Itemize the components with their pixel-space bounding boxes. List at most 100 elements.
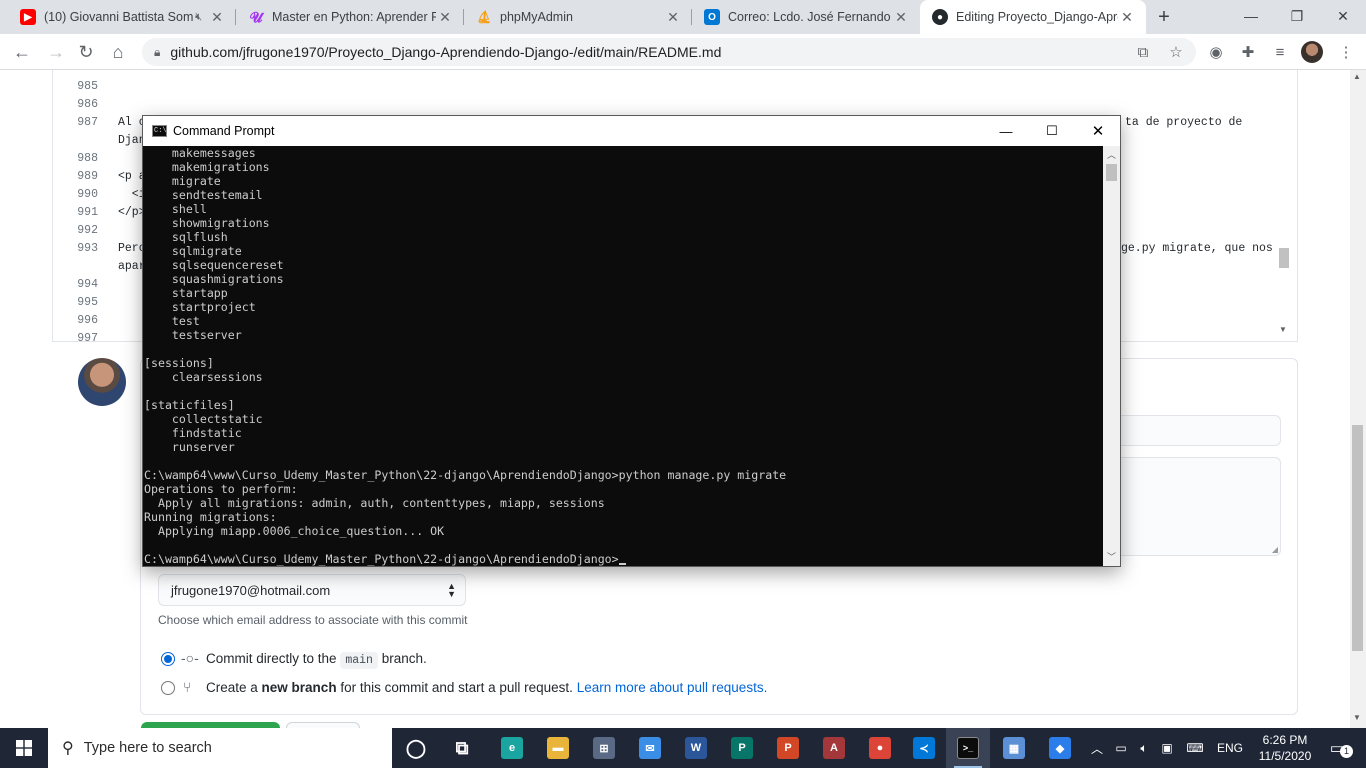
- close-tab-icon[interactable]: ✕: [1118, 9, 1136, 26]
- cmd-maximize-button[interactable]: ☐: [1029, 116, 1075, 146]
- line-number: 991: [77, 206, 98, 219]
- console-line: Applying miapp.0006_choice_question... O…: [144, 524, 445, 538]
- commit-directly-radio[interactable]: [161, 652, 175, 666]
- reading-list-icon[interactable]: ≡: [1270, 42, 1290, 62]
- close-tab-icon[interactable]: ✕: [208, 9, 226, 26]
- page-scrollbar-thumb[interactable]: [1352, 425, 1363, 651]
- new-branch-radio[interactable]: [161, 681, 175, 695]
- vscode-icon: ≺: [913, 737, 935, 759]
- restore-button[interactable]: ❐: [1274, 0, 1320, 32]
- taskbar-app-chrome[interactable]: ●: [858, 728, 902, 768]
- address-bar[interactable]: 🔒︎ github.com/jfrugone1970/Proyecto_Djan…: [142, 38, 1196, 66]
- scroll-down-arrow-icon[interactable]: ▼: [1279, 325, 1287, 334]
- taskbar-search-box[interactable]: ⚲ Type here to search: [48, 728, 392, 768]
- console-prompt: C:\wamp64\www\Curso_Udemy_Master_Python\…: [144, 552, 619, 566]
- line-number: 988: [77, 152, 98, 165]
- taskbar-app-mail[interactable]: ✉: [628, 728, 672, 768]
- extension-circle-icon[interactable]: ◉: [1206, 42, 1226, 62]
- taskbar-clock[interactable]: 6:26 PM 11/5/2020: [1254, 732, 1316, 764]
- console-line: makemessages: [144, 146, 256, 160]
- start-button[interactable]: [0, 728, 48, 768]
- taskbar-app-edge[interactable]: e: [490, 728, 534, 768]
- back-arrow-icon[interactable]: ←: [8, 38, 36, 66]
- tab-outlook[interactable]: O Correo: Lcdo. José Fernando Fr ✕: [692, 0, 920, 34]
- console-prompt-line[interactable]: C:\wamp64\www\Curso_Udemy_Master_Python\…: [144, 552, 626, 566]
- taskbar-app-store[interactable]: ⊞: [582, 728, 626, 768]
- commit-directly-label: Commit directly to the main branch.: [206, 651, 427, 669]
- console-line: [sessions]: [144, 356, 214, 370]
- scroll-up-arrow-icon[interactable]: ▲: [1353, 72, 1361, 81]
- taskbar-app-cortana[interactable]: ◯: [394, 728, 438, 768]
- mail-icon: ✉: [639, 737, 661, 759]
- taskbar-app-access[interactable]: A: [812, 728, 856, 768]
- cmd-minimize-button[interactable]: —: [983, 116, 1029, 146]
- network-icon[interactable]: ▣: [1156, 728, 1178, 768]
- reload-icon[interactable]: ↻: [72, 38, 100, 66]
- touch-keyboard-icon[interactable]: ⌨︎: [1182, 728, 1208, 768]
- tab-github-active[interactable]: ● Editing Proyecto_Django-Apre ✕: [920, 0, 1146, 34]
- close-tab-icon[interactable]: ✕: [664, 9, 682, 26]
- line-number: 992: [77, 224, 98, 237]
- console-line: test: [144, 314, 200, 328]
- tab-udemy[interactable]: 𝓤 Master en Python: Aprender Py ✕: [236, 0, 464, 34]
- option-text: Create a: [206, 680, 258, 695]
- taskbar-app-word[interactable]: W: [674, 728, 718, 768]
- taskbar-app-command-prompt[interactable]: >_: [946, 728, 990, 768]
- new-branch-label: Create a new branch for this commit and …: [206, 680, 767, 695]
- tab-phpmyadmin[interactable]: ⛵︎ phpMyAdmin ✕: [464, 0, 692, 34]
- close-window-button[interactable]: ✕: [1320, 0, 1366, 32]
- cmd-scrollbar-thumb[interactable]: [1106, 164, 1117, 181]
- taskbar-app-publisher[interactable]: P: [720, 728, 764, 768]
- scroll-up-arrow-icon[interactable]: ︿: [1103, 148, 1120, 161]
- taskbar-app-paint[interactable]: ▦: [992, 728, 1036, 768]
- bookmark-star-icon[interactable]: ☆: [1166, 42, 1186, 62]
- taskbar-app-vscode[interactable]: ≺: [902, 728, 946, 768]
- show-hidden-icons-chevron-icon[interactable]: ︿: [1088, 728, 1106, 768]
- cmd-scrollbar[interactable]: ︿ ﹀: [1103, 146, 1120, 566]
- scroll-down-arrow-icon[interactable]: ﹀: [1103, 550, 1120, 563]
- extensions-puzzle-icon[interactable]: ✚: [1238, 42, 1258, 62]
- volume-icon[interactable]: 🔈︎: [1134, 728, 1154, 768]
- commit-email-select[interactable]: jfrugone1970@hotmail.com ▲ ▼: [158, 574, 466, 606]
- action-center-button[interactable]: ▭ 1: [1320, 728, 1354, 768]
- console-line: collectstatic: [144, 412, 263, 426]
- taskbar-app-file-explorer[interactable]: ▬: [536, 728, 580, 768]
- pull-requests-help-link[interactable]: Learn more about pull requests.: [577, 680, 768, 695]
- battery-icon[interactable]: ▭: [1110, 728, 1132, 768]
- cmd-title-bar[interactable]: C:\ Command Prompt — ☐ ✕: [143, 116, 1120, 146]
- commit-description-input[interactable]: ◢: [1110, 457, 1281, 556]
- tab-title: (10) Giovanni Battista Som: [44, 10, 194, 24]
- speaker-muted-icon[interactable]: 🔇︎: [195, 11, 202, 24]
- cmd-close-button[interactable]: ✕: [1075, 116, 1121, 146]
- profile-avatar[interactable]: [1301, 41, 1323, 63]
- search-icon: ⚲: [62, 740, 74, 757]
- forward-arrow-icon[interactable]: →: [42, 38, 70, 66]
- clock-time: 6:26 PM: [1262, 733, 1308, 747]
- command-prompt-window[interactable]: C:\ Command Prompt — ☐ ✕ makemessages ma…: [142, 115, 1121, 567]
- command-prompt-icon: C:\: [152, 125, 167, 137]
- menu-dots-icon[interactable]: ⋮: [1336, 42, 1356, 62]
- commit-summary-input[interactable]: [1110, 415, 1281, 446]
- resize-handle-icon[interactable]: ◢: [1272, 545, 1278, 554]
- tab-youtube[interactable]: ▶ (10) Giovanni Battista Som 🔇︎ ✕: [8, 0, 236, 34]
- close-tab-icon[interactable]: ✕: [892, 9, 910, 26]
- taskbar-app-powerpoint[interactable]: P: [766, 728, 810, 768]
- scroll-down-arrow-icon[interactable]: ▼: [1353, 713, 1361, 722]
- close-tab-icon[interactable]: ✕: [436, 9, 454, 26]
- home-icon[interactable]: ⌂: [104, 38, 132, 66]
- console-line: clearsessions: [144, 370, 263, 384]
- cmd-console-output[interactable]: makemessages makemigrations migrate send…: [143, 146, 1103, 566]
- page-scrollbar[interactable]: ▲ ▼: [1350, 70, 1366, 728]
- option-text: branch.: [381, 651, 427, 666]
- editor-scrollbar-thumb[interactable]: [1279, 248, 1289, 268]
- command-prompt-icon: >_: [957, 737, 979, 759]
- input-language[interactable]: ENG: [1212, 728, 1248, 768]
- minimize-button[interactable]: —: [1228, 0, 1274, 32]
- new-tab-button[interactable]: +: [1152, 5, 1176, 29]
- taskbar-app-paint3d[interactable]: ◆: [1038, 728, 1082, 768]
- taskbar-app-task-view[interactable]: ⧉: [440, 728, 484, 768]
- lock-icon: 🔒︎: [154, 44, 161, 59]
- editor-scrollbar[interactable]: ▼: [1279, 70, 1291, 340]
- translate-icon[interactable]: ⧉: [1133, 42, 1153, 62]
- paint3d-icon: ◆: [1049, 737, 1071, 759]
